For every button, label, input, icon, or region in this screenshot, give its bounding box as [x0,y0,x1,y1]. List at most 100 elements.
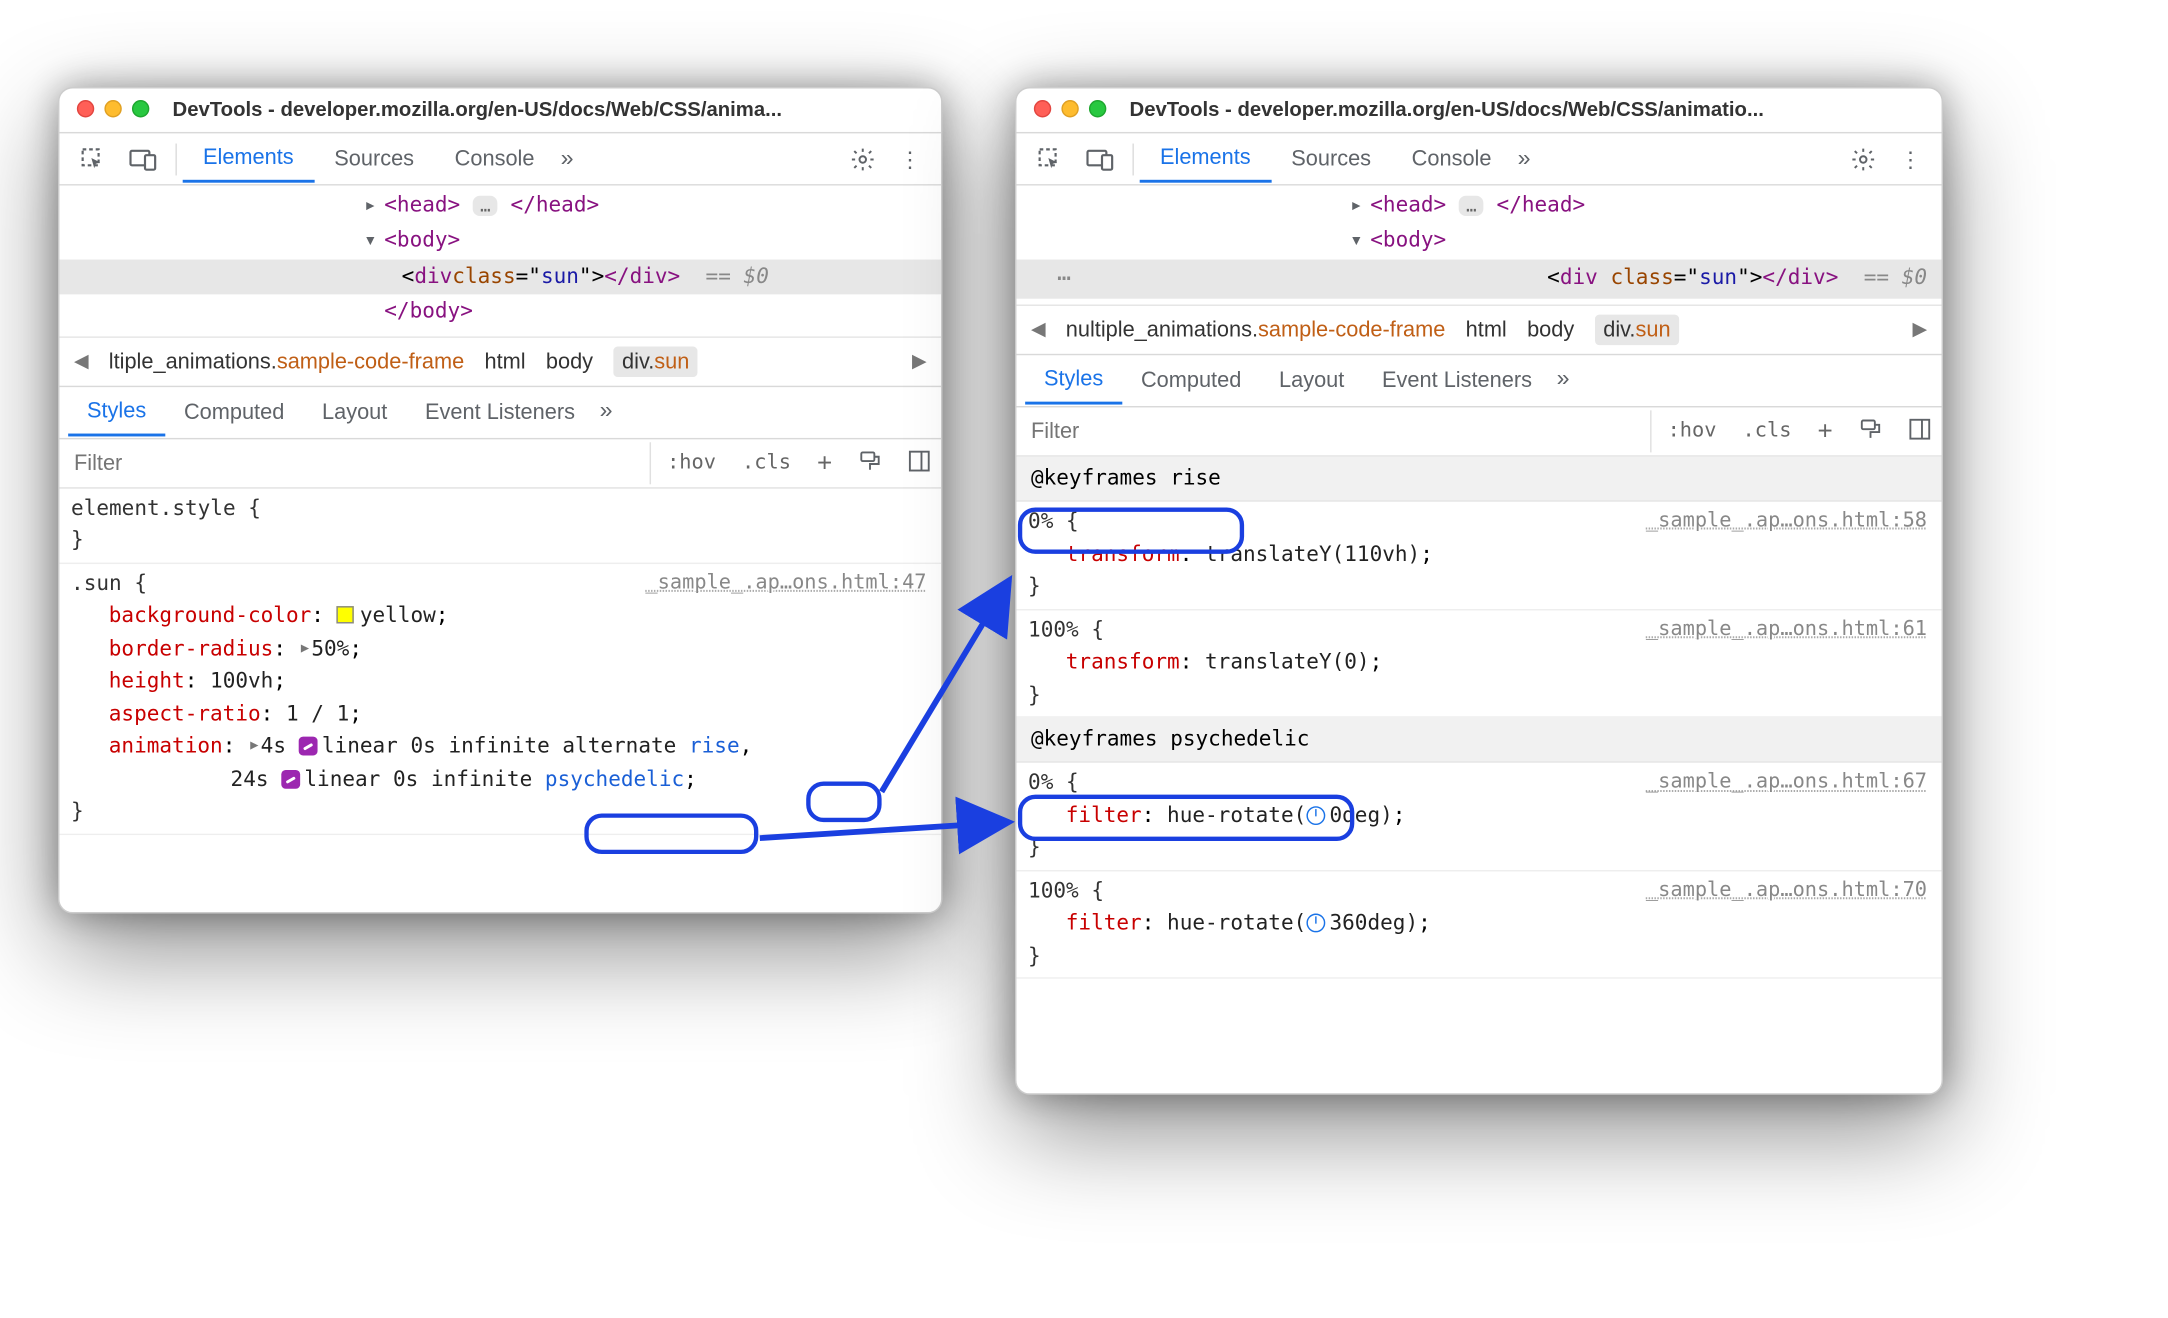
styles-panel: @keyframes rise _sample_.ap…ons.html:58 … [1016,456,1941,979]
computed-toggle-icon[interactable] [898,445,942,481]
divider [175,143,176,175]
keyframes-rise-header[interactable]: @keyframes rise [1016,456,1941,502]
tab-sources[interactable]: Sources [1271,136,1391,181]
dom-tree[interactable]: ▸<head> … </head> ▾<body> <div class="su… [59,186,941,337]
tab-styles[interactable]: Styles [68,388,165,436]
tab-layout[interactable]: Layout [303,390,406,435]
more-panels-icon[interactable]: » [1551,367,1576,393]
color-swatch-icon[interactable] [337,607,354,624]
filter-input[interactable] [1016,410,1651,452]
easing-icon[interactable] [299,737,318,756]
titlebar: DevTools - developer.mozilla.org/en-US/d… [59,88,941,133]
more-tabs-icon[interactable]: » [555,146,580,172]
crumb-next-icon[interactable]: ▶ [912,350,927,373]
inspect-icon[interactable] [68,140,117,178]
rule-psy-100[interactable]: _sample_.ap…ons.html:70 100% { filter: h… [1016,871,1941,979]
dom-selected-element[interactable]: ⋯<div class="sun"></div> == $0 [1016,259,1941,298]
rule-element-style[interactable]: element.style { } [59,488,941,563]
decl-background-color: background-color: yellow; [71,601,929,634]
device-toggle-icon[interactable] [117,141,169,176]
tab-console[interactable]: Console [1391,136,1511,181]
keyframes-psychedelic-header[interactable]: @keyframes psychedelic [1016,718,1941,764]
zoom-icon[interactable] [132,100,149,117]
filter-input[interactable] [59,442,651,484]
tab-event-listeners[interactable]: Event Listeners [406,390,594,435]
kebab-icon[interactable]: ⋮ [1888,140,1933,178]
add-rule-icon[interactable]: + [807,444,843,483]
paint-icon[interactable] [1849,413,1893,449]
tab-layout[interactable]: Layout [1260,358,1363,403]
tab-computed[interactable]: Computed [165,390,303,435]
breadcrumb-divsun[interactable]: div.sun [1595,314,1680,344]
breadcrumb-html[interactable]: html [484,349,525,374]
hov-button[interactable]: :hov [657,447,726,479]
breadcrumb: ◀ ltiple_animations.sample-code-frame ht… [59,336,941,387]
decl-aspect-ratio: aspect-ratio: 1 / 1; [71,698,929,731]
kebab-icon[interactable]: ⋮ [887,140,932,178]
inspect-icon[interactable] [1025,140,1074,178]
cls-button[interactable]: .cls [732,447,801,479]
divider [1132,143,1133,175]
styles-tabbar: Styles Computed Layout Event Listeners » [1016,355,1941,407]
devtools-window-left: DevTools - developer.mozilla.org/en-US/d… [58,87,943,914]
breadcrumb-body[interactable]: body [1527,317,1574,342]
styles-panel: element.style { } _sample_.ap…ons.html:4… [59,488,941,834]
main-tabbar: Elements Sources Console » ⋮ [59,133,941,185]
tab-elements[interactable]: Elements [1140,135,1271,183]
window-title: DevTools - developer.mozilla.org/en-US/d… [173,97,783,120]
rule-rise-100[interactable]: _sample_.ap…ons.html:61 100% { transform… [1016,610,1941,718]
zoom-icon[interactable] [1089,100,1106,117]
breadcrumb-frame[interactable]: ltiple_animations.sample-code-frame [109,349,464,374]
tab-console[interactable]: Console [434,136,554,181]
breadcrumb-frame[interactable]: nultiple_animations.sample-code-frame [1066,317,1446,342]
crumb-prev-icon[interactable]: ◀ [74,350,89,373]
devtools-window-right: DevTools - developer.mozilla.org/en-US/d… [1015,87,1943,1095]
tab-elements[interactable]: Elements [183,135,314,183]
gear-icon[interactable] [838,140,887,178]
element-actions-icon[interactable]: ⋯ [1045,261,1082,297]
window-title: DevTools - developer.mozilla.org/en-US/d… [1130,97,1764,120]
hov-button[interactable]: :hov [1657,415,1726,447]
tab-sources[interactable]: Sources [314,136,434,181]
breadcrumb: ◀ nultiple_animations.sample-code-frame … [1016,304,1941,355]
titlebar: DevTools - developer.mozilla.org/en-US/d… [1016,88,1941,133]
easing-icon[interactable] [281,769,300,788]
decl-border-radius: border-radius: ▸ 50%; [71,633,929,666]
angle-icon[interactable] [1306,806,1325,825]
crumb-prev-icon[interactable]: ◀ [1031,318,1046,341]
traffic-lights [1034,100,1107,117]
cls-button[interactable]: .cls [1732,415,1801,447]
tab-styles[interactable]: Styles [1025,356,1122,404]
dom-tree[interactable]: ▸<head> … </head> ▾<body> ⋯<div class="s… [1016,186,1941,305]
dom-selected-element[interactable]: <div class="sun"></div> == $0 [59,259,941,294]
decl-animation-line2: 24s linear 0s infinite psychedelic; [71,764,929,797]
rule-source-link[interactable]: _sample_.ap…ons.html:47 [645,568,926,599]
keyframes-link-psychedelic[interactable]: psychedelic [545,768,684,791]
decl-height: height: 100vh; [71,666,929,699]
breadcrumb-body[interactable]: body [546,349,593,374]
more-tabs-icon[interactable]: » [1512,146,1537,172]
tab-event-listeners[interactable]: Event Listeners [1363,358,1551,403]
more-panels-icon[interactable]: » [594,399,619,425]
rule-rise-0[interactable]: _sample_.ap…ons.html:58 0% { transform: … [1016,502,1941,610]
breadcrumb-divsun[interactable]: div.sun [613,346,698,376]
add-rule-icon[interactable]: + [1807,411,1843,450]
computed-toggle-icon[interactable] [1898,413,1942,449]
rule-psy-0[interactable]: _sample_.ap…ons.html:67 0% { filter: hue… [1016,763,1941,871]
minimize-icon[interactable] [104,100,121,117]
styles-tabbar: Styles Computed Layout Event Listeners » [59,387,941,439]
keyframes-link-rise[interactable]: rise [689,735,740,758]
rule-sun[interactable]: _sample_.ap…ons.html:47 .sun { backgroun… [59,564,941,835]
angle-icon[interactable] [1306,914,1325,933]
breadcrumb-html[interactable]: html [1466,317,1507,342]
gear-icon[interactable] [1839,140,1888,178]
close-icon[interactable] [77,100,94,117]
minimize-icon[interactable] [1061,100,1078,117]
tab-computed[interactable]: Computed [1122,358,1260,403]
device-toggle-icon[interactable] [1074,141,1126,176]
close-icon[interactable] [1034,100,1051,117]
crumb-next-icon[interactable]: ▶ [1913,318,1928,341]
main-tabbar: Elements Sources Console » ⋮ [1016,133,1941,185]
paint-icon[interactable] [848,445,892,481]
traffic-lights [77,100,150,117]
